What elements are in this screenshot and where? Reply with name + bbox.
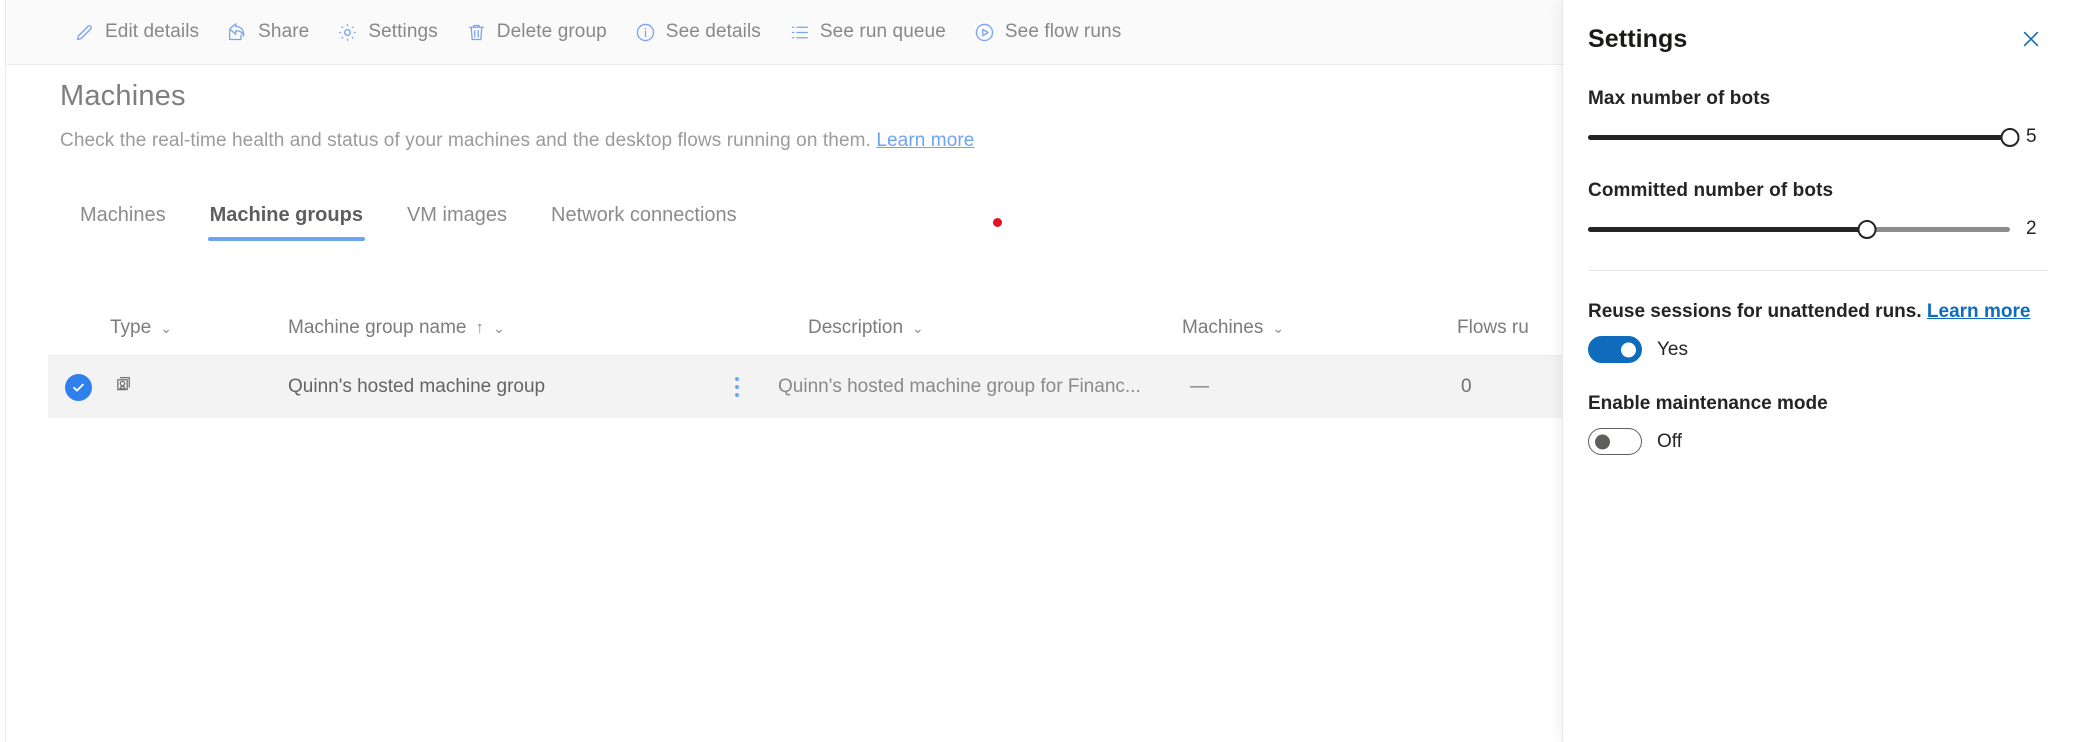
table-row[interactable]: Quinn's hosted machine group Quinn's hos… [48, 356, 1562, 418]
settings-panel-header: Settings [1563, 0, 2076, 56]
chevron-down-icon: ⌄ [912, 319, 924, 336]
command-bar: Edit details Share Settings Delete group [7, 0, 1562, 65]
reuse-sessions-learn-more-link[interactable]: Learn more [1927, 301, 2030, 322]
committed-bots-value: 2 [2026, 218, 2037, 239]
row-kebab-cell: Quinn's hosted machine group for Financ.… [735, 376, 1182, 398]
max-bots-label: Max number of bots [1588, 88, 1771, 109]
command-label: Share [258, 21, 310, 42]
app-window: Edit details Share Settings Delete group [0, 0, 2076, 742]
kebab-dot [735, 377, 739, 381]
chevron-down-icon: ⌄ [493, 319, 505, 336]
pencil-icon [74, 22, 95, 43]
close-icon[interactable] [2014, 22, 2048, 56]
settings-panel-title: Settings [1588, 24, 1688, 53]
list-icon [789, 22, 810, 43]
maintenance-mode-toggle[interactable] [1588, 428, 1642, 455]
tab-machines[interactable]: Machines [58, 198, 188, 241]
command-label: See details [665, 21, 761, 42]
column-header-label: Description [808, 316, 904, 338]
row-flows-run-count: 0 [1461, 376, 1472, 397]
committed-bots-label: Committed number of bots [1588, 180, 1834, 201]
maintenance-mode-label: Enable maintenance mode [1588, 393, 1828, 414]
column-header-flows-run[interactable]: Flows ru [1457, 317, 1562, 339]
play-circle-icon [974, 22, 995, 43]
slider-fill [1588, 226, 1867, 232]
command-see-details[interactable]: See details [621, 10, 775, 54]
table-header-row: Type ⌄ Machine group name ↑ ⌄ Descriptio… [48, 300, 1562, 356]
toggle-knob [1595, 434, 1610, 449]
column-header-description[interactable]: Description ⌄ [808, 317, 1182, 339]
command-label: See flow runs [1004, 21, 1122, 42]
maintenance-mode-state: Off [1657, 430, 1682, 452]
column-header-label: Machine group name [288, 316, 467, 338]
sort-ascending-icon: ↑ [475, 318, 485, 337]
row-more-actions-button[interactable] [724, 377, 750, 397]
page-subtitle: Check the real-time health and status of… [60, 130, 1460, 152]
reuse-sessions-label-text: Reuse sessions for unattended runs. [1588, 301, 1922, 322]
column-header-label: Flows ru [1457, 316, 1529, 338]
settings-panel: Settings Max number of bots 5 Committed … [1562, 0, 2076, 742]
kebab-dot [735, 385, 739, 389]
machine-groups-table: Type ⌄ Machine group name ↑ ⌄ Descriptio… [48, 300, 1562, 418]
committed-bots-slider[interactable] [1588, 219, 2010, 239]
row-description: Quinn's hosted machine group for Financ.… [778, 376, 1141, 397]
command-settings[interactable]: Settings [323, 10, 451, 54]
tab-machine-groups[interactable]: Machine groups [188, 198, 385, 241]
page-subtitle-text: Check the real-time health and status of… [60, 130, 871, 151]
settings-panel-body: Max number of bots 5 Committed number of… [1563, 88, 2076, 455]
row-select-cell [48, 373, 110, 401]
alert-dot-indicator [993, 218, 1002, 227]
max-bots-slider-row: 5 [1588, 126, 2048, 148]
command-label: Edit details [105, 21, 200, 42]
reuse-sessions-state: Yes [1657, 338, 1688, 360]
command-delete-group[interactable]: Delete group [452, 10, 621, 54]
command-share[interactable]: Share [213, 10, 323, 54]
main-content-area: Edit details Share Settings Delete group [0, 0, 1562, 742]
command-edit-details[interactable]: Edit details [60, 10, 213, 54]
maintenance-mode-toggle-row: Off [1588, 428, 2048, 455]
committed-bots-slider-row: 2 [1588, 218, 2048, 240]
page-title: Machines [60, 80, 186, 112]
column-header-label: Type [110, 316, 152, 338]
row-type-cell [110, 375, 288, 400]
machine-group-icon [110, 375, 288, 400]
row-checkbox-checked[interactable] [65, 373, 92, 401]
left-edge-rail [0, 0, 6, 742]
slider-thumb[interactable] [1857, 219, 1877, 239]
reuse-sessions-toggle-row: Yes [1588, 336, 2048, 363]
gear-icon [337, 22, 358, 43]
max-bots-value: 5 [2026, 126, 2037, 147]
tab-network-connections[interactable]: Network connections [529, 198, 759, 241]
chevron-down-icon: ⌄ [1272, 319, 1285, 336]
tab-vm-images[interactable]: VM images [385, 198, 529, 241]
toggle-knob [1621, 342, 1636, 357]
column-header-label: Machines [1182, 316, 1264, 338]
slider-fill [1588, 134, 2010, 140]
reuse-sessions-toggle[interactable] [1588, 336, 1642, 363]
share-icon [227, 22, 248, 43]
max-bots-slider[interactable] [1588, 127, 2020, 147]
chevron-down-icon: ⌄ [160, 319, 172, 336]
info-icon [635, 22, 656, 43]
command-label: See run queue [819, 21, 946, 42]
slider-thumb[interactable] [2000, 127, 2020, 147]
page-header: Machines Check the real-time health and … [60, 80, 1460, 152]
trash-icon [466, 22, 487, 43]
command-see-run-queue[interactable]: See run queue [775, 10, 960, 54]
learn-more-link[interactable]: Learn more [876, 130, 974, 151]
kebab-dot [735, 393, 739, 397]
column-header-machines[interactable]: Machines ⌄ [1182, 317, 1457, 339]
command-label: Delete group [496, 21, 607, 42]
checkmark-icon [73, 383, 84, 392]
column-header-type[interactable]: Type ⌄ [110, 317, 288, 339]
command-label: Settings [368, 21, 438, 42]
command-see-flow-runs[interactable]: See flow runs [960, 10, 1135, 54]
row-machines-count: — [1190, 376, 1209, 397]
panel-divider [1588, 270, 2048, 271]
column-header-machine-group-name[interactable]: Machine group name ↑ ⌄ [288, 317, 808, 339]
tab-bar: Machines Machine groups VM images Networ… [58, 198, 759, 241]
reuse-sessions-label: Reuse sessions for unattended runs. Lear… [1588, 301, 2048, 323]
